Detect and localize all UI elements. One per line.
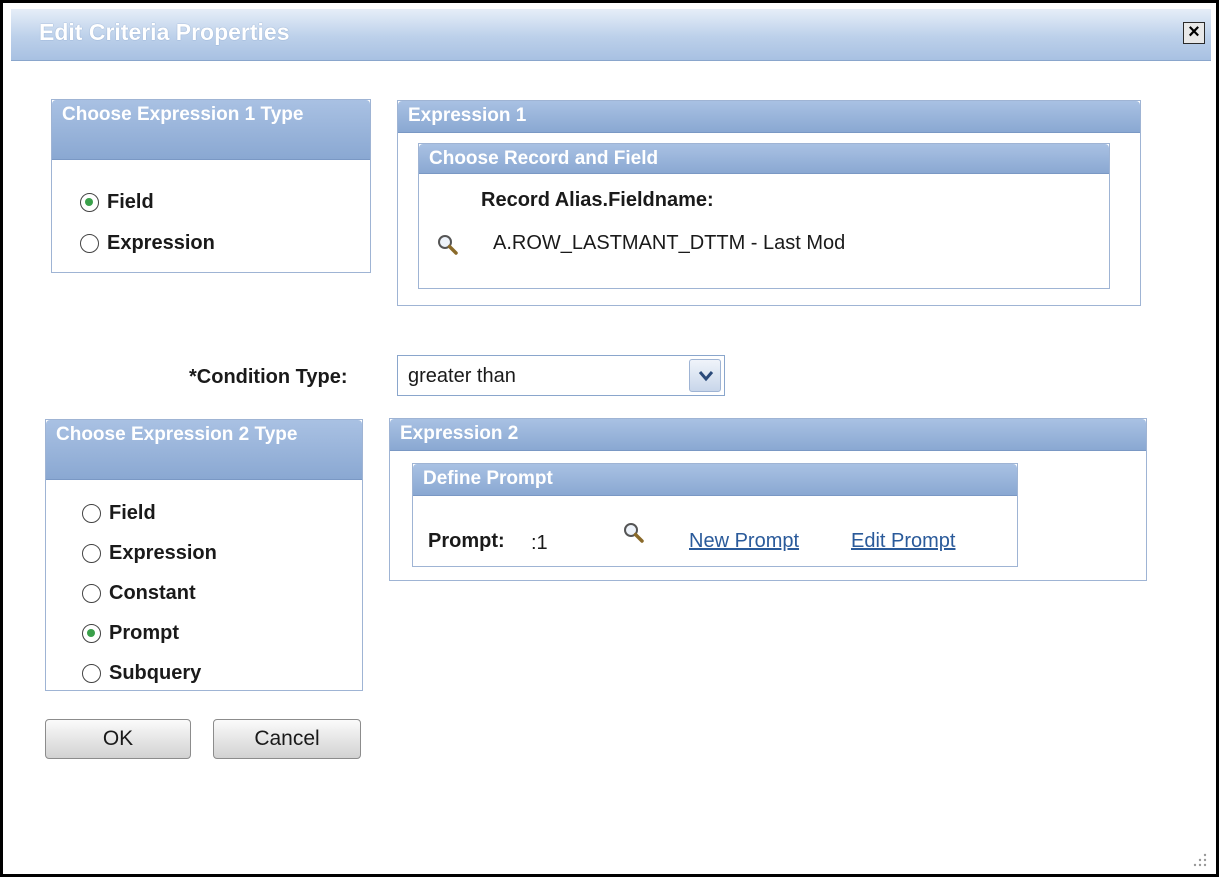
prompt-label: Prompt: <box>428 530 505 552</box>
close-button[interactable]: × <box>1183 22 1205 44</box>
radio-field-checked[interactable] <box>80 193 99 212</box>
expr2-type-option-subquery[interactable]: Subquery <box>82 662 201 685</box>
condition-type-value: greater than <box>408 365 516 387</box>
ok-button[interactable]: OK <box>45 719 191 759</box>
expr1-type-option-field[interactable]: Field <box>80 191 154 214</box>
radio-label: Prompt <box>109 622 179 644</box>
define-prompt-group: Define Prompt Prompt: :1 New Prompt Edit… <box>412 463 1018 567</box>
edit-prompt-link[interactable]: Edit Prompt <box>851 530 955 553</box>
expr2-type-option-constant[interactable]: Constant <box>82 582 196 605</box>
chevron-down-icon <box>698 371 714 382</box>
expr2-type-option-expression[interactable]: Expression <box>82 542 217 565</box>
new-prompt-link[interactable]: New Prompt <box>689 530 799 553</box>
expr2-header: Expression 2 <box>390 419 1146 451</box>
record-field-value: A.ROW_LASTMANT_DTTM - Last Mod <box>493 232 846 254</box>
radio-label: Expression <box>109 542 217 564</box>
expr2-type-group: Choose Expression 2 Type Field Expressio… <box>45 419 363 691</box>
radio-label: Field <box>109 502 156 524</box>
radio-label: Subquery <box>109 662 202 684</box>
condition-type-label: *Condition Type: <box>189 366 348 388</box>
resize-grip-icon[interactable] <box>1192 852 1208 868</box>
dialog-title: Edit Criteria Properties <box>39 19 290 45</box>
cancel-button[interactable]: Cancel <box>213 719 361 759</box>
choose-record-field-group: Choose Record and Field Record Alias.Fie… <box>418 143 1110 289</box>
radio-constant[interactable] <box>82 584 101 603</box>
radio-label: Expression <box>107 232 215 254</box>
edit-criteria-dialog: Edit Criteria Properties × Choose Expres… <box>0 0 1219 877</box>
dropdown-button[interactable] <box>689 359 721 392</box>
condition-type-select[interactable]: greater than <box>397 355 725 396</box>
define-prompt-header: Define Prompt <box>413 464 1017 496</box>
expr1-type-group: Choose Expression 1 Type Field Expressio… <box>51 99 371 273</box>
expr2-type-option-field[interactable]: Field <box>82 502 156 525</box>
magnifier-icon[interactable] <box>623 522 645 544</box>
expr2-type-option-prompt[interactable]: Prompt <box>82 622 179 645</box>
magnifier-icon[interactable] <box>437 234 459 256</box>
radio-label: Field <box>107 191 154 213</box>
radio-label: Constant <box>109 582 196 604</box>
choose-record-field-header: Choose Record and Field <box>419 144 1109 174</box>
radio-prompt-checked[interactable] <box>82 624 101 643</box>
dialog-titlebar: Edit Criteria Properties × <box>11 9 1211 61</box>
close-icon: × <box>1188 21 1200 43</box>
record-field-label: Record Alias.Fieldname: <box>481 189 714 211</box>
prompt-value: :1 <box>531 532 548 554</box>
expr2-type-header: Choose Expression 2 Type <box>46 420 362 480</box>
expr1-group: Expression 1 Choose Record and Field Rec… <box>397 100 1141 306</box>
radio-subquery[interactable] <box>82 664 101 683</box>
expr1-type-option-expression[interactable]: Expression <box>80 232 215 255</box>
expr1-header: Expression 1 <box>398 101 1140 133</box>
expr1-type-header: Choose Expression 1 Type <box>52 100 370 160</box>
expr2-group: Expression 2 Define Prompt Prompt: :1 Ne… <box>389 418 1147 581</box>
radio-expression[interactable] <box>82 544 101 563</box>
radio-field[interactable] <box>82 504 101 523</box>
radio-expression[interactable] <box>80 234 99 253</box>
